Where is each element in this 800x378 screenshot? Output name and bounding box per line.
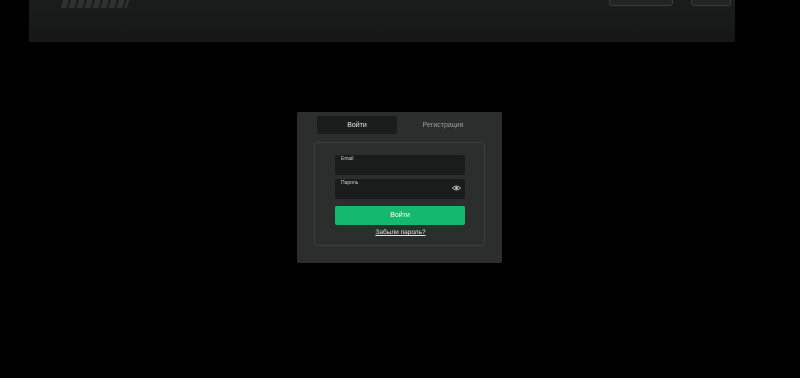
auth-modal: Войти Регистрация Email Пароль Войти Заб…: [297, 112, 502, 263]
email-label: Email: [341, 156, 354, 162]
forgot-password-link[interactable]: Забыли пароль?: [315, 229, 486, 236]
email-input[interactable]: [340, 163, 450, 173]
background-header-button: [609, 0, 673, 6]
password-input[interactable]: [340, 187, 450, 197]
tab-register[interactable]: Регистрация: [404, 116, 482, 134]
background-logo: [60, 0, 132, 8]
password-field[interactable]: Пароль: [335, 179, 465, 199]
background-header-button: [691, 0, 731, 6]
auth-tabs: Войти Регистрация: [297, 112, 502, 138]
login-submit-button[interactable]: Войти: [335, 206, 465, 225]
eye-icon[interactable]: [452, 185, 461, 191]
password-label: Пароль: [341, 180, 359, 186]
email-field[interactable]: Email: [335, 155, 465, 175]
tab-login[interactable]: Войти: [317, 116, 397, 134]
background-site-header: [29, 0, 735, 42]
login-form: Email Пароль Войти Забыли пароль?: [314, 142, 485, 246]
